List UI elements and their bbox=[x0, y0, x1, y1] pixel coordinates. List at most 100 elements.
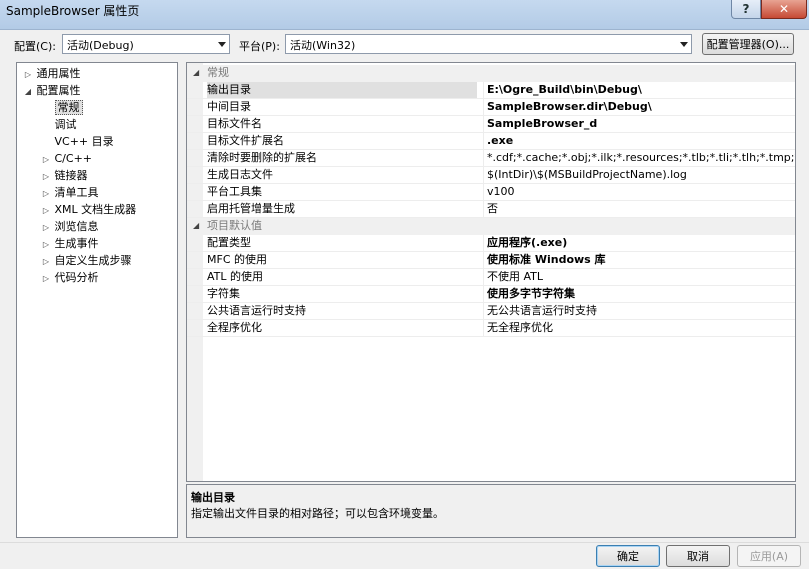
tree-item-label: 通用属性 bbox=[36, 67, 81, 80]
property-value[interactable]: SampleBrowser.dir\Debug\ bbox=[483, 99, 795, 115]
property-value[interactable]: 应用程序(.exe) bbox=[483, 235, 795, 251]
cancel-button[interactable]: 取消 bbox=[666, 545, 730, 567]
property-value[interactable]: 否 bbox=[483, 201, 795, 217]
tree-item-custom-build-step[interactable]: ▷ 自定义生成步骤 bbox=[41, 252, 132, 269]
property-row[interactable]: ATL 的使用 不使用 ATL bbox=[187, 269, 795, 286]
property-row[interactable]: 配置类型 应用程序(.exe) bbox=[187, 235, 795, 252]
description-title: 输出目录 bbox=[191, 491, 235, 504]
tree-item-browse-info[interactable]: ▷ 浏览信息 bbox=[41, 218, 99, 235]
property-row[interactable]: 目标文件扩展名 .exe bbox=[187, 133, 795, 150]
tree-item-code-analysis[interactable]: ▷ 代码分析 bbox=[41, 269, 99, 286]
chevron-down-icon bbox=[680, 42, 688, 47]
property-row[interactable]: 输出目录 E:\Ogre_Build\bin\Debug\ bbox=[187, 82, 795, 99]
property-name: 目标文件名 bbox=[207, 117, 262, 130]
property-row[interactable]: 启用托管增量生成 否 bbox=[187, 201, 795, 218]
collapse-arrow-icon[interactable]: ◢ bbox=[193, 218, 199, 234]
platform-combo-value: 活动(Win32) bbox=[290, 39, 356, 52]
config-manager-button[interactable]: 配置管理器(O)... bbox=[702, 33, 794, 55]
tree-item-xml-doc-generator[interactable]: ▷ XML 文档生成器 bbox=[41, 201, 136, 218]
property-name: MFC 的使用 bbox=[207, 253, 267, 266]
tree-item-config-properties[interactable]: ◢ 配置属性 bbox=[23, 82, 81, 99]
close-button[interactable]: ✕ bbox=[761, 0, 807, 19]
tree-item-debugging[interactable]: 调试 bbox=[41, 116, 77, 133]
tree-item-c-cpp[interactable]: ▷ C/C++ bbox=[41, 150, 92, 167]
config-combo[interactable]: 活动(Debug) bbox=[62, 34, 230, 54]
close-icon: ✕ bbox=[778, 2, 790, 16]
tree-item-vc-directories[interactable]: VC++ 目录 bbox=[41, 133, 114, 150]
tree-item-general[interactable]: 常规 bbox=[41, 99, 83, 116]
property-value[interactable]: 使用标准 Windows 库 bbox=[483, 252, 795, 268]
property-value[interactable]: E:\Ogre_Build\bin\Debug\ bbox=[483, 82, 795, 98]
property-name: 清除时要删除的扩展名 bbox=[207, 151, 317, 164]
property-value[interactable]: .exe bbox=[483, 133, 795, 149]
expand-arrow-icon[interactable]: ▷ bbox=[41, 168, 51, 185]
property-row[interactable]: 生成日志文件 $(IntDir)\$(MSBuildProjectName).l… bbox=[187, 167, 795, 184]
property-row[interactable]: 公共语言运行时支持 无公共语言运行时支持 bbox=[187, 303, 795, 320]
property-name: 输出目录 bbox=[207, 82, 477, 98]
tree-item-build-events[interactable]: ▷ 生成事件 bbox=[41, 235, 99, 252]
platform-combo[interactable]: 活动(Win32) bbox=[285, 34, 692, 54]
property-name: 启用托管增量生成 bbox=[207, 202, 295, 215]
expand-arrow-icon[interactable]: ▷ bbox=[23, 66, 33, 83]
tree-item-linker[interactable]: ▷ 链接器 bbox=[41, 167, 88, 184]
tree-item-label: 调试 bbox=[54, 118, 77, 131]
property-value[interactable]: 使用多字节字符集 bbox=[483, 286, 795, 302]
tree-item-label: VC++ 目录 bbox=[54, 135, 114, 148]
tree-item-manifest-tool[interactable]: ▷ 清单工具 bbox=[41, 184, 99, 201]
property-value[interactable]: SampleBrowser_d bbox=[483, 116, 795, 132]
ok-button[interactable]: 确定 bbox=[596, 545, 660, 567]
tree-item-label: 清单工具 bbox=[54, 186, 99, 199]
property-tree: ▷ 通用属性 ◢ 配置属性 常规 调试 VC++ 目录 ▷ C/C++ ▷ 链接… bbox=[16, 62, 178, 538]
expand-arrow-icon[interactable]: ▷ bbox=[41, 236, 51, 253]
property-row[interactable]: 全程序优化 无全程序优化 bbox=[187, 320, 795, 337]
property-value[interactable]: v100 bbox=[483, 184, 795, 200]
window-controls: ? ✕ bbox=[731, 0, 807, 20]
collapse-arrow-icon[interactable]: ◢ bbox=[193, 65, 199, 81]
config-label: 配置(C): bbox=[14, 40, 56, 53]
description-text: 指定输出文件目录的相对路径；可以包含环境变量。 bbox=[191, 507, 444, 520]
property-value[interactable]: 不使用 ATL bbox=[483, 269, 795, 285]
property-value[interactable]: $(IntDir)\$(MSBuildProjectName).log bbox=[483, 167, 795, 183]
property-row[interactable]: 平台工具集 v100 bbox=[187, 184, 795, 201]
tree-item-label: 自定义生成步骤 bbox=[54, 254, 132, 267]
description-panel: 输出目录 指定输出文件目录的相对路径；可以包含环境变量。 bbox=[186, 484, 796, 538]
config-combo-value: 活动(Debug) bbox=[67, 39, 134, 52]
platform-label: 平台(P): bbox=[239, 40, 280, 53]
property-row[interactable]: 清除时要删除的扩展名 *.cdf;*.cache;*.obj;*.ilk;*.r… bbox=[187, 150, 795, 167]
expand-arrow-icon[interactable]: ▷ bbox=[41, 185, 51, 202]
property-value[interactable]: 无公共语言运行时支持 bbox=[483, 303, 795, 319]
tree-item-label: C/C++ bbox=[54, 152, 93, 165]
category-label: 常规 bbox=[207, 66, 229, 79]
property-name: 生成日志文件 bbox=[207, 168, 273, 181]
tree-item-label: 链接器 bbox=[54, 169, 88, 182]
collapse-arrow-icon[interactable]: ◢ bbox=[23, 83, 33, 100]
tree-item-common-properties[interactable]: ▷ 通用属性 bbox=[23, 65, 81, 82]
tree-item-label: 配置属性 bbox=[36, 84, 81, 97]
property-row[interactable]: 中间目录 SampleBrowser.dir\Debug\ bbox=[187, 99, 795, 116]
category-general[interactable]: ◢ 常规 bbox=[187, 65, 795, 82]
help-button[interactable]: ? bbox=[731, 0, 761, 19]
expand-arrow-icon[interactable]: ▷ bbox=[41, 270, 51, 287]
property-row[interactable]: 目标文件名 SampleBrowser_d bbox=[187, 116, 795, 133]
property-name: 目标文件扩展名 bbox=[207, 134, 284, 147]
property-row[interactable]: MFC 的使用 使用标准 Windows 库 bbox=[187, 252, 795, 269]
property-name: 中间目录 bbox=[207, 100, 251, 113]
tree-item-label: 常规 bbox=[54, 100, 83, 115]
tree-item-label: XML 文档生成器 bbox=[54, 203, 137, 216]
property-row[interactable]: 字符集 使用多字节字符集 bbox=[187, 286, 795, 303]
category-project-defaults[interactable]: ◢ 项目默认值 bbox=[187, 218, 795, 235]
title-bar: SampleBrowser 属性页 ? ✕ bbox=[0, 0, 809, 30]
expand-arrow-icon[interactable]: ▷ bbox=[41, 253, 51, 270]
tree-item-label: 生成事件 bbox=[54, 237, 99, 250]
expand-arrow-icon[interactable]: ▷ bbox=[41, 219, 51, 236]
window-title: SampleBrowser 属性页 bbox=[6, 4, 140, 18]
footer-divider bbox=[0, 542, 809, 543]
apply-button[interactable]: 应用(A) bbox=[737, 545, 801, 567]
property-grid: ◢ 常规 输出目录 E:\Ogre_Build\bin\Debug\ 中间目录 … bbox=[186, 62, 796, 482]
property-name: 平台工具集 bbox=[207, 185, 262, 198]
property-value[interactable]: *.cdf;*.cache;*.obj;*.ilk;*.resources;*.… bbox=[483, 150, 795, 166]
expand-arrow-icon[interactable]: ▷ bbox=[41, 151, 51, 168]
property-value[interactable]: 无全程序优化 bbox=[483, 320, 795, 336]
expand-arrow-icon[interactable]: ▷ bbox=[41, 202, 51, 219]
property-name: 全程序优化 bbox=[207, 321, 262, 334]
